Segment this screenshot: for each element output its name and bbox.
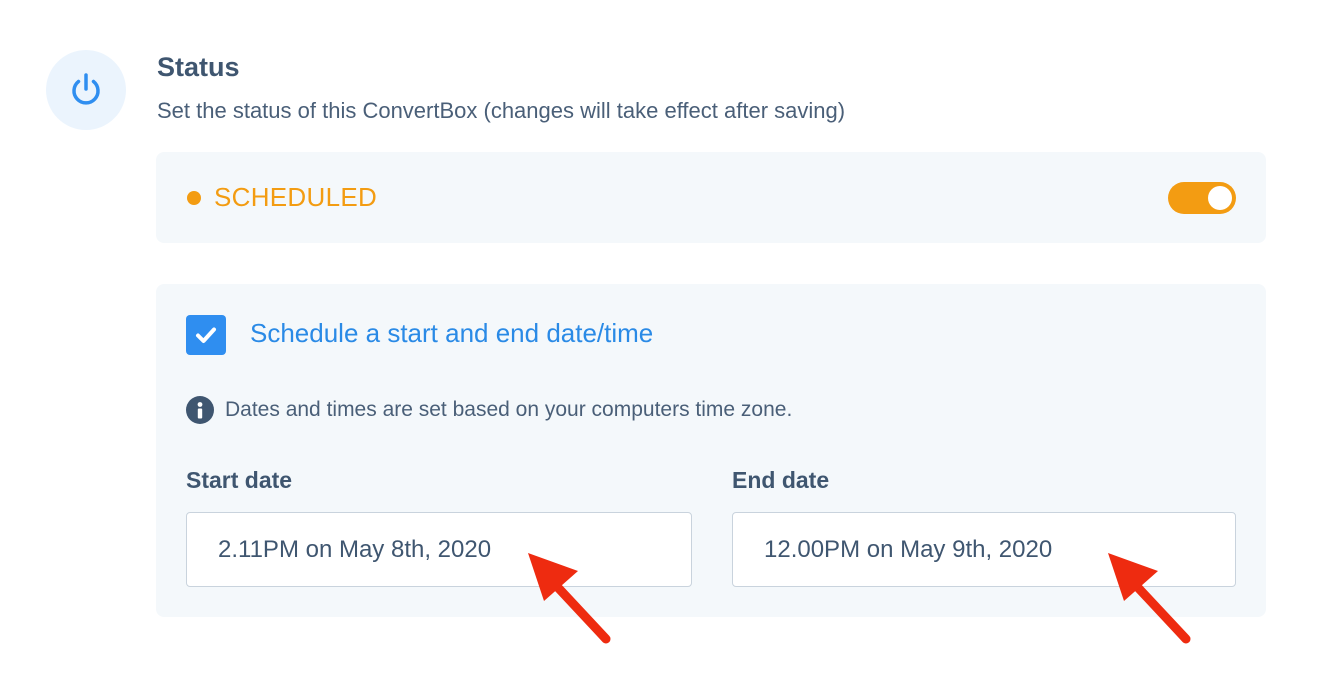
- status-icon-badge: [46, 50, 126, 130]
- power-icon: [72, 73, 100, 105]
- section-title: Status: [157, 52, 240, 82]
- timezone-info: Dates and times are set based on your co…: [186, 396, 792, 424]
- start-date-label: Start date: [186, 467, 293, 493]
- toggle-knob: [1208, 186, 1232, 210]
- status-card: SCHEDULED: [156, 152, 1266, 243]
- status-toggle[interactable]: [1168, 182, 1236, 214]
- schedule-checkbox-label[interactable]: Schedule a start and end date/time: [250, 318, 653, 349]
- schedule-checkbox[interactable]: [186, 315, 226, 355]
- annotation-arrow-start: [528, 553, 611, 644]
- checkmark-icon: [196, 327, 216, 343]
- section-subtitle: Set the status of this ConvertBox (chang…: [157, 98, 846, 123]
- info-text: Dates and times are set based on your co…: [225, 398, 793, 421]
- info-icon: [186, 396, 214, 424]
- end-date-label: End date: [732, 467, 830, 493]
- status-indicator-dot: [187, 191, 201, 205]
- status-label: SCHEDULED: [214, 182, 378, 212]
- annotation-arrow-end: [1108, 553, 1191, 644]
